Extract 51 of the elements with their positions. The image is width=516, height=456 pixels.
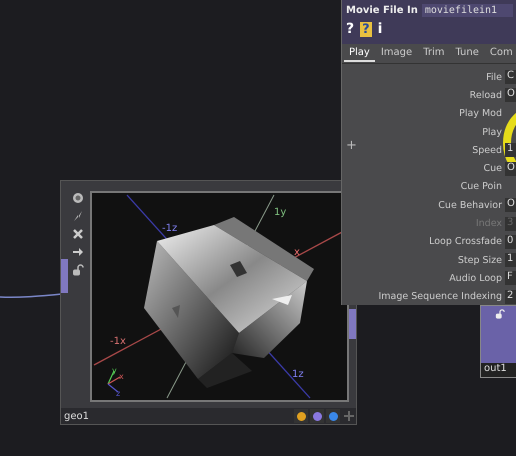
flag-button[interactable] (326, 409, 340, 423)
node-name[interactable]: out1 (481, 363, 516, 377)
target-icon[interactable] (72, 192, 84, 204)
lock-icon[interactable] (495, 309, 505, 319)
tab[interactable]: Tune (450, 45, 484, 62)
out-node[interactable]: out1 (480, 305, 516, 378)
operator-type: Movie File In (346, 5, 418, 16)
lock-icon[interactable] (72, 264, 84, 276)
flag-button[interactable] (294, 409, 308, 423)
plus-icon[interactable] (342, 409, 356, 423)
parameter-value[interactable]: 2 (505, 290, 516, 304)
tab[interactable]: Trim (418, 45, 450, 62)
lightning-icon[interactable] (72, 210, 84, 222)
axis-label: -1x (110, 336, 126, 347)
parameter-value[interactable]: O (505, 162, 516, 176)
axis-label: x (294, 247, 300, 258)
parameter-value[interactable]: O (505, 88, 516, 102)
parameter-value[interactable]: F (505, 271, 516, 286)
parameter-label: Reload (470, 90, 502, 101)
wire (0, 291, 62, 301)
parameter-label: Cue (484, 163, 502, 174)
add-button[interactable]: + (346, 138, 357, 153)
axis-label: 1y (274, 207, 286, 218)
parameter-value[interactable]: O (505, 198, 516, 212)
parameter-label: Play (482, 126, 502, 138)
parameter-label: Step Size (458, 254, 502, 266)
axis-label: 1z (292, 369, 304, 380)
tab[interactable]: Com (484, 45, 516, 62)
parameter-label: Speed (472, 144, 502, 156)
parameter-value[interactable]: 1 (505, 143, 516, 158)
python-help-icon[interactable]: ? (360, 22, 372, 36)
parameter-label: Cue Behavior (438, 200, 502, 211)
close-icon[interactable] (72, 228, 84, 240)
tab[interactable]: Image (376, 45, 418, 62)
parameter-label: Cue Poin (460, 181, 502, 192)
tab[interactable]: Play (344, 45, 375, 62)
parameter-label: Audio Loop (449, 272, 502, 284)
input-connector[interactable] (61, 259, 68, 293)
axis-label: -1z (162, 223, 178, 234)
parameter-value[interactable]: C (505, 70, 516, 84)
parameter-label: Image Sequence Indexing (378, 291, 502, 302)
parameter-value[interactable]: 1 (505, 253, 516, 268)
parameter-label: Play Mod (459, 108, 502, 120)
parameter-label: Loop Crossfade (429, 236, 502, 248)
flag-button[interactable] (310, 409, 324, 423)
parameter-value[interactable]: 0 (505, 234, 516, 249)
parameter-label: File (486, 72, 502, 83)
help-icon[interactable]: ? (346, 21, 354, 37)
name-field[interactable]: moviefilein1 (422, 4, 513, 17)
arrow-icon[interactable] (72, 246, 84, 258)
info-icon[interactable]: i (378, 21, 382, 37)
